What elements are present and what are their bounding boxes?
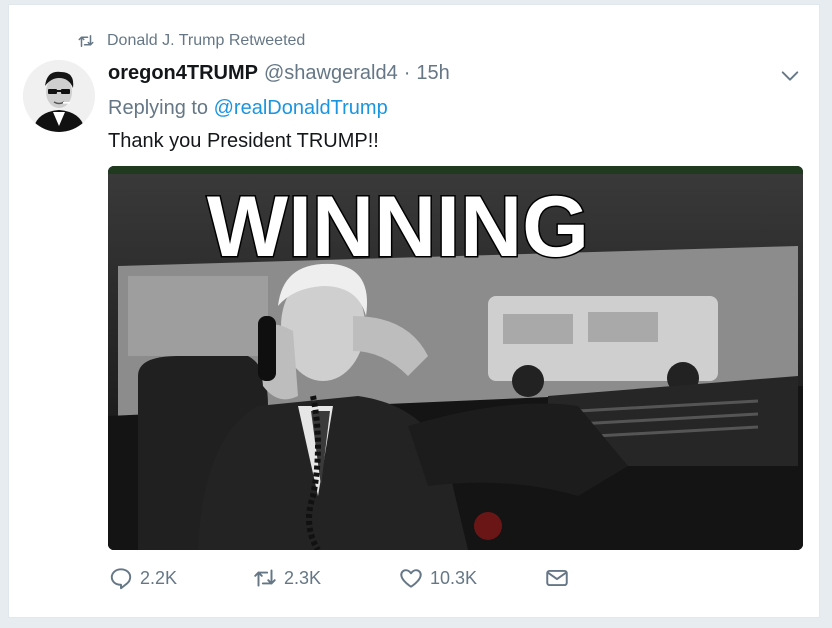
- retweet-context-text: Donald J. Trump Retweeted: [107, 32, 306, 49]
- reply-icon: [110, 568, 132, 590]
- tweet-timestamp[interactable]: 15h: [416, 62, 449, 85]
- replying-prefix: Replying to: [108, 97, 209, 119]
- retweet-count: 2.3K: [284, 567, 322, 588]
- reply-count: 2.2K: [140, 567, 178, 588]
- media-caption-text: WINNING: [207, 179, 589, 275]
- avatar[interactable]: [23, 60, 95, 132]
- envelope-icon: [546, 569, 568, 587]
- tweet-media-image[interactable]: WINNING: [108, 166, 803, 550]
- replying-to-mention-link[interactable]: @realDonaldTrump: [214, 97, 388, 119]
- retweet-icon: [78, 35, 94, 47]
- display-name[interactable]: oregon4TRUMP: [108, 62, 258, 85]
- user-handle[interactable]: @shawgerald4: [264, 62, 398, 85]
- retweet-icon: [254, 569, 276, 587]
- retweet-context: Donald J. Trump Retweeted: [77, 32, 305, 50]
- replying-to-line: Replying to @realDonaldTrump: [108, 97, 388, 120]
- retweet-button[interactable]: 2.3K: [252, 565, 398, 591]
- tweet-header: oregon4TRUMP @shawgerald4 · 15h: [108, 62, 450, 85]
- like-count: 10.3K: [430, 567, 478, 588]
- reply-button[interactable]: 2.2K: [108, 565, 252, 591]
- direct-message-button[interactable]: [544, 565, 570, 591]
- separator-dot: ·: [403, 62, 411, 84]
- chevron-down-icon[interactable]: [779, 65, 801, 87]
- heart-icon: [400, 569, 422, 588]
- tweet-text: Thank you President TRUMP!!: [108, 130, 379, 152]
- tweet-actions: 2.2K 2.3K 10.3K: [108, 565, 570, 591]
- tweet-card[interactable]: Donald J. Trump Retweeted oregon4TRUMP @…: [8, 4, 820, 618]
- like-button[interactable]: 10.3K: [398, 565, 544, 591]
